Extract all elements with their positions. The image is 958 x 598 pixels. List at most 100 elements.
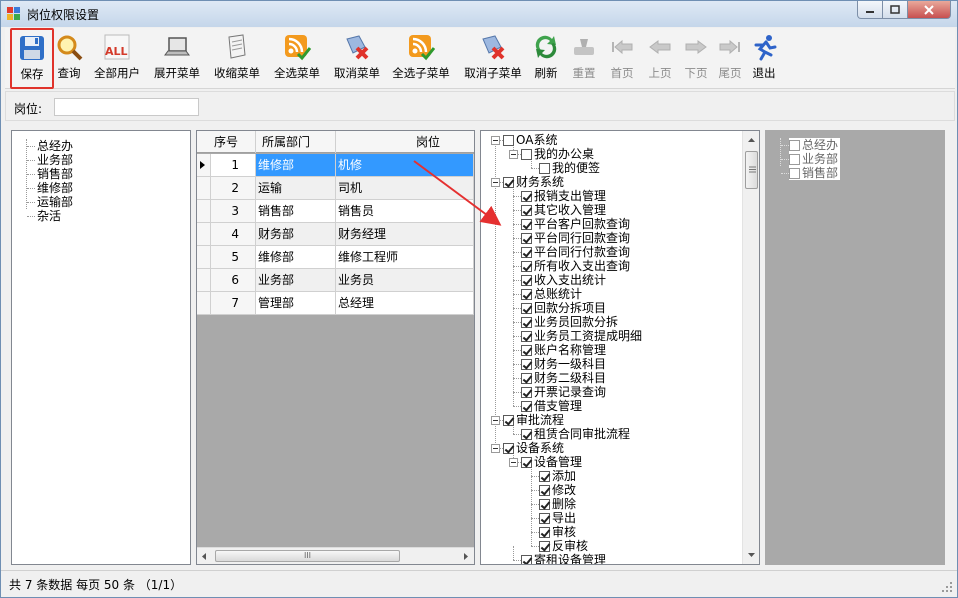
permission-node[interactable]: 平台同行付款查询 — [509, 245, 630, 259]
permission-node[interactable]: 业务员工资提成明细 — [509, 329, 642, 343]
permission-node[interactable]: 回款分拆项目 — [509, 301, 606, 315]
permission-node[interactable]: 我的便签 — [527, 161, 600, 175]
permission-node[interactable]: 修改 — [527, 483, 576, 497]
checked-checkbox[interactable] — [521, 554, 532, 564]
permission-node[interactable]: 审批流程 — [491, 413, 564, 427]
department-item[interactable]: 业务部 — [37, 153, 73, 167]
checked-checkbox[interactable] — [539, 470, 550, 482]
row-header[interactable] — [197, 292, 211, 315]
resize-grip-icon[interactable] — [941, 581, 953, 593]
prev-page-button[interactable]: 上页 — [645, 31, 675, 87]
permission-node[interactable]: 开票记录查询 — [509, 385, 606, 399]
header-dept[interactable]: 所属部门 — [256, 131, 336, 153]
unchecked-checkbox[interactable] — [789, 167, 800, 179]
unchecked-checkbox[interactable] — [503, 134, 514, 146]
close-button[interactable] — [908, 1, 951, 19]
row-header[interactable] — [197, 200, 211, 223]
checked-checkbox[interactable] — [503, 414, 514, 426]
table-row[interactable]: 1 维修部 机修 — [197, 154, 474, 177]
row-header[interactable] — [197, 246, 211, 269]
checked-checkbox[interactable] — [503, 176, 514, 188]
table-row[interactable]: 5 维修部 维修工程师 — [197, 246, 474, 269]
checked-checkbox[interactable] — [521, 344, 532, 356]
collapse-toggle-icon[interactable] — [491, 415, 500, 425]
cell-seq[interactable]: 5 — [211, 246, 256, 269]
department-item[interactable]: 运输部 — [37, 195, 73, 209]
checked-checkbox[interactable] — [521, 190, 532, 202]
table-row[interactable]: 3 销售部 销售员 — [197, 200, 474, 223]
collapse-toggle-icon[interactable] — [509, 149, 518, 159]
last-page-button[interactable]: 尾页 — [715, 31, 745, 87]
row-header[interactable] — [197, 269, 211, 292]
expand-menu-button[interactable]: 展开菜单 — [151, 31, 203, 87]
cell-seq[interactable]: 2 — [211, 177, 256, 200]
checked-checkbox[interactable] — [539, 512, 550, 524]
checked-checkbox[interactable] — [521, 218, 532, 230]
checked-checkbox[interactable] — [521, 386, 532, 398]
header-seq[interactable]: 序号 — [197, 131, 256, 153]
permission-node[interactable]: 总账统计 — [509, 287, 582, 301]
permission-node[interactable]: 其它收入管理 — [509, 203, 606, 217]
department-item[interactable]: 销售部 — [37, 167, 73, 181]
cell-dept[interactable]: 财务部 — [256, 223, 336, 246]
collapse-toggle-icon[interactable] — [491, 177, 500, 187]
checked-checkbox[interactable] — [521, 400, 532, 412]
reset-button[interactable]: 重置 — [569, 31, 599, 87]
maximize-button[interactable] — [883, 1, 908, 19]
permission-node[interactable]: 租赁合同审批流程 — [509, 427, 630, 441]
select-sub-menu-button[interactable]: 全选子菜单 — [391, 31, 451, 87]
scroll-right-icon[interactable] — [462, 552, 470, 561]
permission-node[interactable]: OA系统 — [491, 133, 557, 147]
permission-node[interactable]: 设备管理 — [509, 455, 582, 469]
grid-horizontal-scrollbar[interactable]: III — [197, 547, 474, 564]
cell-post[interactable]: 业务员 — [336, 269, 474, 292]
exit-button[interactable]: 退出 — [749, 31, 779, 87]
cell-post[interactable]: 财务经理 — [336, 223, 474, 246]
cell-post[interactable]: 维修工程师 — [336, 246, 474, 269]
cell-dept[interactable]: 销售部 — [256, 200, 336, 223]
unchecked-checkbox[interactable] — [521, 148, 532, 160]
department-item[interactable]: 维修部 — [37, 181, 73, 195]
cell-post[interactable]: 总经理 — [336, 292, 474, 315]
checked-checkbox[interactable] — [539, 540, 550, 552]
checked-checkbox[interactable] — [521, 260, 532, 272]
checked-checkbox[interactable] — [521, 302, 532, 314]
permission-node[interactable]: 财务系统 — [491, 175, 564, 189]
checked-checkbox[interactable] — [521, 330, 532, 342]
checked-checkbox[interactable] — [521, 204, 532, 216]
cell-dept[interactable]: 业务部 — [256, 269, 336, 292]
checked-checkbox[interactable] — [521, 358, 532, 370]
cell-dept[interactable]: 运输 — [256, 177, 336, 200]
checked-checkbox[interactable] — [539, 498, 550, 510]
cell-post[interactable]: 司机 — [336, 177, 474, 200]
permission-node[interactable]: 财务二级科目 — [509, 371, 606, 385]
checked-checkbox[interactable] — [521, 456, 532, 468]
next-page-button[interactable]: 下页 — [681, 31, 711, 87]
cancel-menu-button[interactable]: 取消菜单 — [331, 31, 383, 87]
cell-seq[interactable]: 3 — [211, 200, 256, 223]
row-header[interactable] — [197, 223, 211, 246]
minimize-button[interactable] — [857, 1, 883, 19]
scroll-down-icon[interactable] — [747, 551, 756, 559]
permission-node[interactable]: 借支管理 — [509, 399, 582, 413]
scroll-left-icon[interactable] — [200, 552, 208, 561]
checked-checkbox[interactable] — [521, 428, 532, 440]
table-row[interactable]: 6 业务部 业务员 — [197, 269, 474, 292]
cell-post[interactable]: 销售员 — [336, 200, 474, 223]
unchecked-checkbox[interactable] — [789, 153, 800, 165]
department-item[interactable]: 总经办 — [37, 139, 73, 153]
permission-node[interactable]: 添加 — [527, 469, 576, 483]
department-item[interactable]: 杂活 — [37, 209, 61, 223]
cell-seq[interactable]: 7 — [211, 292, 256, 315]
checked-checkbox[interactable] — [521, 232, 532, 244]
permission-node[interactable]: 反审核 — [527, 539, 588, 553]
grid-scroll-thumb[interactable]: III — [215, 550, 400, 562]
collapse-toggle-icon[interactable] — [491, 443, 500, 453]
checked-checkbox[interactable] — [521, 246, 532, 258]
cell-dept[interactable]: 维修部 — [256, 154, 336, 177]
permission-node[interactable]: 删除 — [527, 497, 576, 511]
header-post[interactable]: 岗位 — [336, 131, 474, 153]
row-header[interactable] — [197, 177, 211, 200]
select-all-menu-button[interactable]: 全选菜单 — [271, 31, 323, 87]
query-button[interactable]: 查询 — [54, 31, 84, 87]
